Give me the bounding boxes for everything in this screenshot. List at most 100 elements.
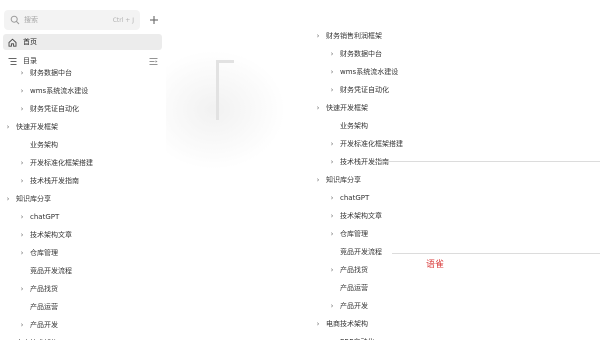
- tree-item[interactable]: › 知识库分享: [314, 173, 361, 187]
- tree-item[interactable]: › 知识库分享: [4, 192, 51, 206]
- tree-item-label: 仓库管理: [340, 230, 368, 238]
- tree-item[interactable]: 产品运营: [18, 300, 58, 314]
- tree-item-label: 技术架构文章: [340, 212, 382, 220]
- tree-item-label: 财务凭证自动化: [340, 86, 389, 94]
- chevron-right-icon[interactable]: ›: [328, 266, 336, 274]
- tree-item-label: 竞品开发流程: [340, 248, 382, 256]
- plus-icon[interactable]: [146, 12, 162, 28]
- tree-item[interactable]: ›电商技术架构: [4, 336, 58, 340]
- search-icon: [10, 15, 20, 25]
- search-row: Ctrl + J: [4, 9, 164, 31]
- tree-item[interactable]: › 仓库管理: [328, 227, 368, 241]
- tree-item[interactable]: › 技术栈开发指南: [328, 155, 389, 169]
- tree-item[interactable]: › chatGPT: [18, 210, 60, 224]
- tree-item-label: wms系统流水建设: [30, 87, 89, 95]
- sidebar-tree: › 财务数据中台 › wms系统流水建设 › 财务凭证自动化 › 快速开发框架业务架构 › 开发标…: [0, 66, 166, 340]
- chevron-right-icon[interactable]: ›: [18, 231, 26, 239]
- chevron-right-icon[interactable]: ›: [4, 195, 12, 203]
- chevron-right-icon[interactable]: ›: [18, 87, 26, 95]
- tree-item[interactable]: › 技术架构文章: [18, 228, 72, 242]
- chevron-right-icon[interactable]: ›: [18, 213, 26, 221]
- search-input[interactable]: [24, 16, 92, 24]
- chevron-right-icon[interactable]: ›: [328, 50, 336, 58]
- tree-item-label: 产品开发: [30, 321, 58, 329]
- collapse-icon[interactable]: [149, 57, 158, 66]
- tree-item[interactable]: 业务架构: [18, 138, 58, 152]
- tree-item[interactable]: › 快速开发框架: [4, 120, 58, 134]
- chevron-right-icon[interactable]: ›: [328, 302, 336, 310]
- tree-item[interactable]: › 产品开发: [328, 299, 368, 313]
- toc-icon: [8, 57, 17, 66]
- chevron-right-icon[interactable]: ›: [18, 249, 26, 257]
- tree-item[interactable]: › 财务数据中台: [328, 47, 382, 61]
- tree-item-label: 电商技术架构: [326, 320, 368, 328]
- tree-item-label: 开发标准化框架搭建: [30, 159, 93, 167]
- home-icon: [8, 38, 17, 47]
- tree-item-label: 技术栈开发指南: [30, 177, 79, 185]
- tree-item[interactable]: ›ERP自动化: [328, 335, 375, 340]
- tree-item[interactable]: › 快速开发框架: [314, 101, 368, 115]
- tree-item-label: 开发标准化框架搭建: [340, 140, 403, 148]
- tree-item-label: 产品运营: [30, 303, 58, 311]
- tree-item[interactable]: › 仓库管理: [18, 246, 58, 260]
- chevron-right-icon[interactable]: ›: [328, 194, 336, 202]
- nav-home[interactable]: 首页: [3, 34, 162, 50]
- tree-item[interactable]: › 产品找货: [328, 263, 368, 277]
- tree-item[interactable]: › 财务凭证自动化: [328, 83, 389, 97]
- tree-item[interactable]: › 财务销售利润框架: [314, 29, 382, 43]
- chevron-right-icon[interactable]: ›: [314, 176, 322, 184]
- main-tree: › 财务销售利润框架 › 财务数据中台 › wms系统流水建设 › 财务凭证自动化 › 快速开发框…: [166, 0, 600, 340]
- tree-item[interactable]: 竞品开发流程: [328, 245, 382, 259]
- home-label: 首页: [23, 38, 37, 46]
- chevron-right-icon[interactable]: ›: [328, 158, 336, 166]
- tree-item-label: 快速开发框架: [326, 104, 368, 112]
- chevron-right-icon[interactable]: ›: [328, 140, 336, 148]
- tree-item[interactable]: › 开发标准化框架搭建: [18, 156, 93, 170]
- annotation-text: 语雀: [426, 260, 445, 270]
- tree-item[interactable]: › 技术栈开发指南: [18, 174, 79, 188]
- tree-item[interactable]: › wms系统流水建设: [328, 65, 399, 79]
- tree-item-label: chatGPT: [340, 194, 370, 202]
- tree-item-label: 产品运营: [340, 284, 368, 292]
- chevron-right-icon[interactable]: ›: [18, 69, 26, 77]
- tree-item[interactable]: › wms系统流水建设: [18, 84, 89, 98]
- tree-item-label: 产品开发: [340, 302, 368, 310]
- tree-item-label: 产品找货: [30, 285, 58, 293]
- tree-item-label: 仓库管理: [30, 249, 58, 257]
- tree-item[interactable]: › 电商技术架构: [314, 317, 368, 331]
- tree-item[interactable]: › 开发标准化框架搭建: [328, 137, 403, 151]
- chevron-right-icon[interactable]: ›: [18, 285, 26, 293]
- tree-item[interactable]: › 财务凭证自动化: [18, 102, 79, 116]
- chevron-right-icon[interactable]: ›: [4, 123, 12, 131]
- tree-item[interactable]: › 产品开发: [18, 318, 58, 332]
- chevron-right-icon[interactable]: ›: [328, 68, 336, 76]
- tree-item[interactable]: › chatGPT: [328, 191, 370, 205]
- chevron-right-icon[interactable]: ›: [328, 86, 336, 94]
- tree-item[interactable]: › 财务数据中台: [18, 66, 72, 80]
- tree-item-label: 财务数据中台: [30, 69, 72, 77]
- tree-item-label: 技术架构文章: [30, 231, 72, 239]
- main-content: › 财务销售利润框架 › 财务数据中台 › wms系统流水建设 › 财务凭证自动化 › 快速开发框…: [166, 0, 600, 340]
- chevron-right-icon[interactable]: ›: [314, 32, 322, 40]
- tree-item-label: 快速开发框架: [16, 123, 58, 131]
- tree-item-label: chatGPT: [30, 213, 60, 221]
- chevron-right-icon[interactable]: ›: [328, 212, 336, 220]
- chevron-right-icon[interactable]: ›: [18, 177, 26, 185]
- tree-item[interactable]: 业务架构: [328, 119, 368, 133]
- chevron-right-icon[interactable]: ›: [18, 159, 26, 167]
- tree-item[interactable]: 竞品开发流程: [18, 264, 72, 278]
- chevron-right-icon[interactable]: ›: [328, 230, 336, 238]
- tree-item-label: 业务架构: [340, 122, 368, 130]
- tree-item[interactable]: › 技术架构文章: [328, 209, 382, 223]
- chevron-right-icon[interactable]: ›: [18, 105, 26, 113]
- tree-item[interactable]: › 产品找货: [18, 282, 58, 296]
- search-box[interactable]: Ctrl + J: [4, 10, 140, 30]
- tree-item-label: 财务凭证自动化: [30, 105, 79, 113]
- chevron-right-icon[interactable]: ›: [314, 104, 322, 112]
- divider-line: [392, 253, 600, 254]
- chevron-right-icon[interactable]: ›: [18, 321, 26, 329]
- chevron-right-icon[interactable]: ›: [314, 320, 322, 328]
- tree-item[interactable]: 产品运营: [328, 281, 368, 295]
- tree-item-label: 产品找货: [340, 266, 368, 274]
- divider-line: [374, 161, 600, 162]
